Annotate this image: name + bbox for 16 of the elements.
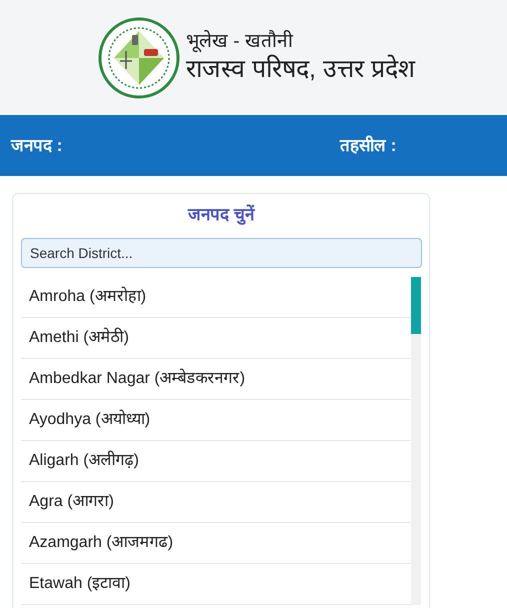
district-item[interactable]: Agra (आगरा) xyxy=(21,482,411,522)
district-item[interactable]: Amroha (अमरोहा) xyxy=(21,276,411,318)
site-title: राजस्व परिषद, उत्तर प्रदेश xyxy=(186,54,415,85)
district-item[interactable]: Amethi (अमेठी) xyxy=(21,318,411,358)
scrollbar-thumb[interactable] xyxy=(411,276,421,334)
district-item[interactable]: Etawah (इटावा) xyxy=(21,564,411,604)
district-item[interactable]: Azamgarh (आजमगढ) xyxy=(21,522,411,564)
site-subtitle: भूलेख - खतौनी xyxy=(186,30,294,54)
search-field[interactable]: Search District... xyxy=(21,238,422,268)
district-item[interactable]: Ayodhya (अयोध्या) xyxy=(21,400,411,440)
district-item[interactable]: Ambedkar Nagar (अम्बेडकरनगर) xyxy=(21,358,411,400)
tehsil-label: तहसील : xyxy=(340,134,396,157)
panel-heading: जनपद चुनें xyxy=(188,204,254,227)
scrollbar[interactable] xyxy=(411,276,421,604)
district-label: जनपद : xyxy=(11,134,64,157)
district-item[interactable]: Aligarh (अलीगढ़) xyxy=(21,440,411,482)
